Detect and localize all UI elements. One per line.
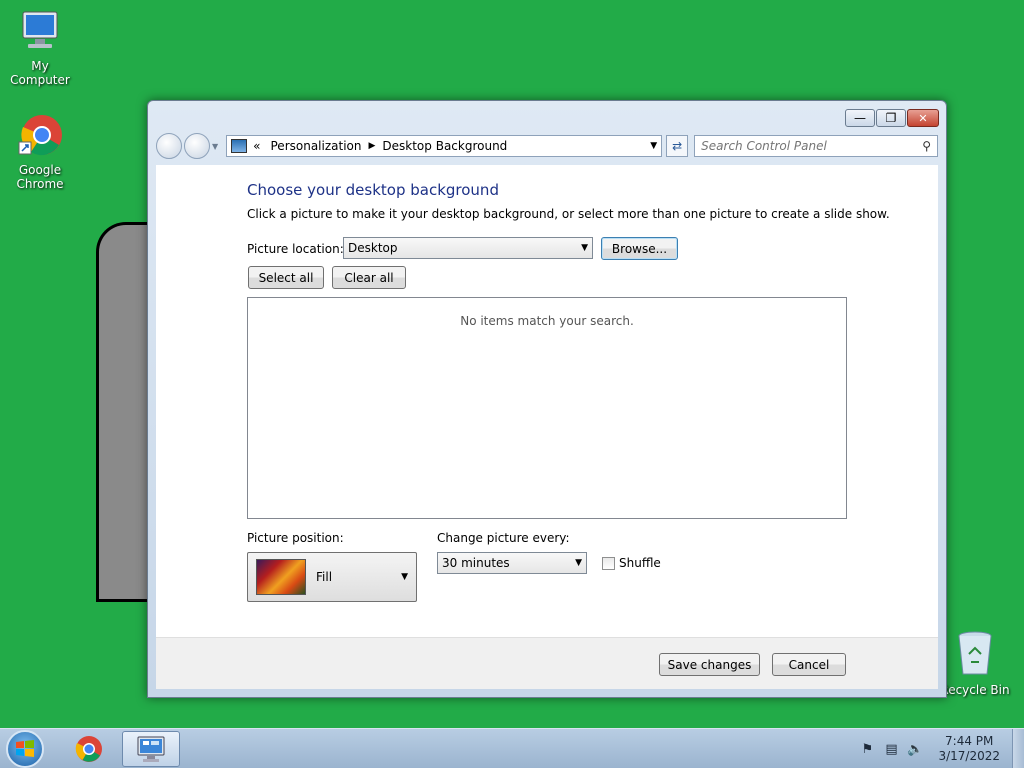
select-all-button[interactable]: Select all <box>248 266 324 289</box>
chevron-down-icon: ▼ <box>575 558 582 568</box>
breadcrumb-personalization[interactable]: Personalization <box>271 139 362 153</box>
computer-icon <box>0 8 80 57</box>
shuffle-label[interactable]: Shuffle <box>619 556 661 570</box>
search-input[interactable] <box>701 139 923 153</box>
restore-icon: ❐ <box>885 111 897 125</box>
minimize-button[interactable]: — <box>845 109 875 127</box>
chrome-icon <box>0 112 80 161</box>
volume-icon[interactable]: 🔈 <box>906 742 924 757</box>
refresh-icon: ⇄ <box>672 139 683 153</box>
windows-logo-icon <box>16 740 34 757</box>
picture-position-select[interactable]: Fill ▼ <box>247 552 417 602</box>
show-desktop-button[interactable] <box>1012 729 1024 768</box>
change-picture-label: Change picture every: <box>437 531 570 545</box>
search-box[interactable]: ⚲ <box>694 135 938 157</box>
recent-pages-dropdown-icon[interactable]: ▼ <box>212 142 218 151</box>
desktop-icon-google-chrome[interactable]: Google Chrome <box>0 112 80 191</box>
desktop-icon-recycle-bin[interactable]: Recycle Bin <box>935 630 1015 697</box>
browse-button[interactable]: Browse... <box>601 237 678 260</box>
clock[interactable]: 7:44 PM 3/17/2022 <box>938 734 1000 764</box>
desktop-icon-label: Google Chrome <box>16 163 64 191</box>
picture-location-select[interactable]: Desktop ▼ <box>343 237 593 259</box>
search-icon[interactable]: ⚲ <box>922 139 931 153</box>
control-panel-window: — ❐ ✕ ▼ « Personalization ▶ Desktop Back… <box>147 100 947 698</box>
close-icon: ✕ <box>918 111 928 125</box>
breadcrumb-desktop-background[interactable]: Desktop Background <box>382 139 507 153</box>
page-description: Click a picture to make it your desktop … <box>247 207 890 221</box>
close-button[interactable]: ✕ <box>907 109 939 127</box>
picture-location-label: Picture location: <box>247 242 344 256</box>
clock-time: 7:44 PM <box>945 734 994 748</box>
change-picture-value: 30 minutes <box>442 556 510 570</box>
breadcrumb-overflow[interactable]: « <box>253 139 260 153</box>
checkbox-box[interactable] <box>602 556 615 570</box>
change-picture-select[interactable]: 30 minutes ▼ <box>437 552 587 574</box>
content-pane: Choose your desktop background Click a p… <box>156 165 938 689</box>
refresh-button[interactable]: ⇄ <box>666 135 689 157</box>
picture-position-label: Picture position: <box>247 531 344 545</box>
start-button[interactable] <box>6 730 44 768</box>
minimize-icon: — <box>854 111 866 125</box>
wallpaper-thumbnail <box>256 559 306 595</box>
forward-button[interactable] <box>184 133 210 159</box>
desktop-icon-label: My Computer <box>10 59 70 87</box>
breadcrumb-separator-icon[interactable]: ▶ <box>368 141 375 151</box>
chrome-icon <box>75 736 102 762</box>
taskbar-control-panel-button[interactable] <box>122 731 180 767</box>
pictures-list[interactable]: No items match your search. <box>247 297 847 519</box>
taskbar: ⚑ ▤ 🔈 7:44 PM 3/17/2022 <box>0 728 1024 768</box>
control-panel-icon <box>137 736 165 762</box>
action-center-flag-icon[interactable]: ⚑ <box>858 742 876 757</box>
recycle-bin-icon <box>935 630 1015 681</box>
back-button[interactable] <box>156 133 182 159</box>
system-tray: ⚑ ▤ 🔈 7:44 PM 3/17/2022 <box>858 729 1024 768</box>
page-title: Choose your desktop background <box>247 181 499 199</box>
address-bar[interactable]: « Personalization ▶ Desktop Background ▼ <box>226 135 663 157</box>
taskbar-chrome-button[interactable] <box>60 731 118 767</box>
empty-message: No items match your search. <box>460 314 634 328</box>
maximize-button[interactable]: ❐ <box>876 109 906 127</box>
network-icon[interactable]: ▤ <box>882 742 900 757</box>
control-panel-icon <box>231 139 248 153</box>
picture-location-value: Desktop <box>348 241 398 255</box>
clock-date: 3/17/2022 <box>938 749 1000 763</box>
cancel-button[interactable]: Cancel <box>772 653 846 676</box>
clear-all-button[interactable]: Clear all <box>332 266 406 289</box>
chevron-down-icon: ▼ <box>581 243 588 253</box>
address-dropdown-icon[interactable]: ▼ <box>650 141 657 151</box>
picture-position-value: Fill <box>316 570 333 584</box>
save-changes-button[interactable]: Save changes <box>659 653 760 676</box>
chevron-down-icon: ▼ <box>401 572 408 582</box>
shuffle-checkbox[interactable]: Shuffle <box>602 556 661 570</box>
window-controls: — ❐ ✕ <box>845 109 939 127</box>
desktop-icon-my-computer[interactable]: My Computer <box>0 8 80 87</box>
dialog-footer: Save changes Cancel <box>156 637 938 689</box>
navigation-bar: ▼ « Personalization ▶ Desktop Background… <box>156 133 938 159</box>
desktop-icon-label: Recycle Bin <box>940 683 1010 697</box>
